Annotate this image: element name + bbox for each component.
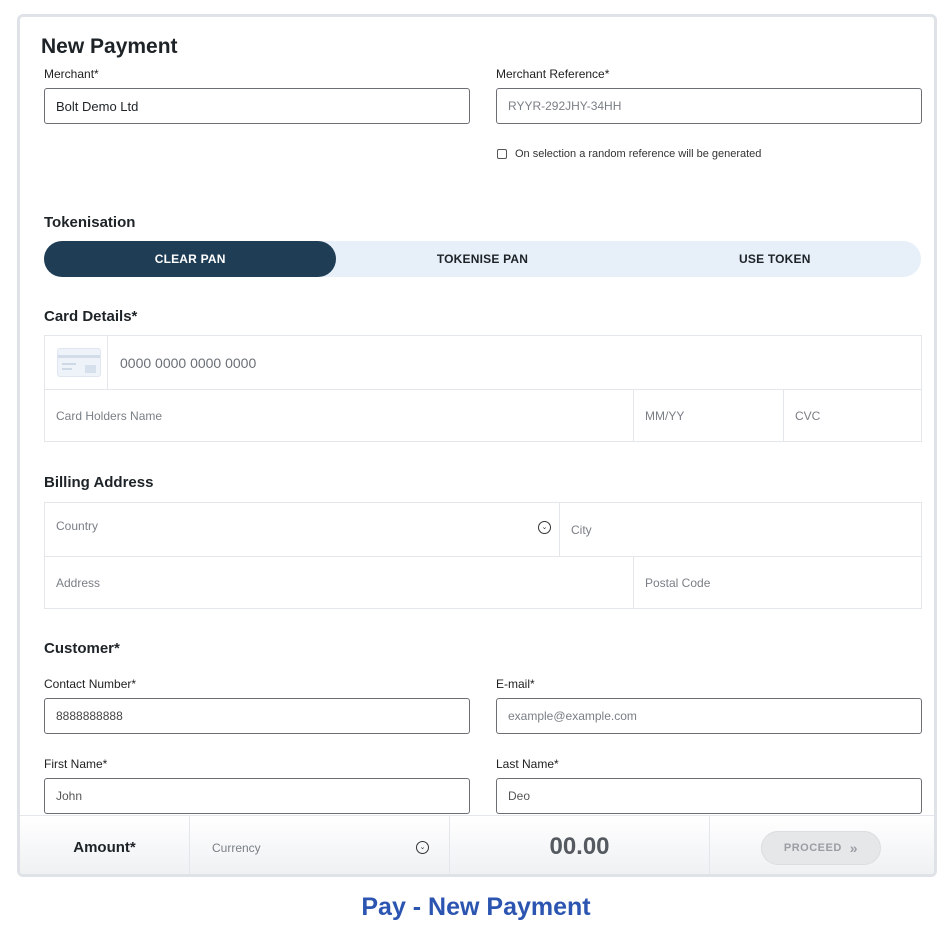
- amount-footer: Amount* Currency ⌄ 00.00 PROCEED »: [20, 815, 934, 874]
- expiry-input[interactable]: MM/YY: [634, 389, 782, 442]
- country-select[interactable]: Country: [45, 503, 525, 549]
- tokenisation-segmented-control: CLEAR PAN TOKENISE PAN USE TOKEN: [44, 241, 921, 277]
- last-name-input[interactable]: Deo: [496, 778, 922, 814]
- contact-number-input[interactable]: 8888888888: [44, 698, 470, 734]
- cvc-input[interactable]: CVC: [784, 389, 920, 442]
- last-name-value: Deo: [508, 789, 531, 803]
- merchant-label: Merchant*: [44, 67, 99, 81]
- card-number-input[interactable]: 0000 0000 0000 0000: [109, 336, 609, 389]
- page-title: New Payment: [41, 35, 178, 58]
- double-chevron-right-icon: »: [849, 840, 859, 856]
- email-label: E-mail*: [496, 677, 535, 691]
- random-reference-label: On selection a random reference will be …: [515, 148, 762, 160]
- random-reference-option[interactable]: On selection a random reference will be …: [497, 148, 761, 160]
- first-name-value: John: [56, 789, 83, 803]
- billing-address-title: Billing Address: [44, 474, 154, 491]
- first-name-input[interactable]: John: [44, 778, 470, 814]
- card-details-title: Card Details*: [44, 308, 138, 325]
- email-placeholder: example@example.com: [508, 709, 637, 723]
- currency-select[interactable]: Currency ⌄: [190, 816, 449, 874]
- tab-tokenise-pan[interactable]: TOKENISE PAN: [336, 241, 628, 277]
- random-reference-checkbox[interactable]: [497, 149, 507, 159]
- card-details-box: 0000 0000 0000 0000 Card Holders Name MM…: [44, 335, 922, 442]
- proceed-label: PROCEED: [783, 842, 842, 854]
- merchant-input[interactable]: Bolt Demo Ltd: [44, 88, 470, 124]
- merchant-reference-placeholder: RYYR-292JHY-34HH: [508, 99, 622, 113]
- last-name-label: Last Name*: [496, 757, 559, 771]
- proceed-button[interactable]: PROCEED »: [761, 831, 881, 865]
- divider: [709, 816, 710, 874]
- merchant-reference-label: Merchant Reference*: [496, 67, 610, 81]
- amount-value[interactable]: 00.00: [450, 816, 709, 874]
- address-input[interactable]: Address: [45, 556, 631, 609]
- card-holder-input[interactable]: Card Holders Name: [45, 389, 631, 442]
- chevron-down-icon[interactable]: ⌄: [416, 841, 429, 854]
- customer-title: Customer*: [44, 640, 120, 657]
- contact-number-label: Contact Number*: [44, 677, 137, 691]
- email-input[interactable]: example@example.com: [496, 698, 922, 734]
- amount-label: Amount*: [73, 838, 136, 856]
- merchant-reference-input[interactable]: RYYR-292JHY-34HH: [496, 88, 922, 124]
- merchant-value: Bolt Demo Ltd: [56, 98, 139, 114]
- tab-clear-pan[interactable]: CLEAR PAN: [44, 241, 337, 277]
- currency-placeholder: Currency: [212, 841, 261, 855]
- billing-address-box: Country ⌄ City Address Postal Code: [44, 502, 922, 609]
- page-caption: Pay - New Payment: [361, 893, 591, 921]
- chevron-down-icon[interactable]: ⌄: [538, 521, 551, 534]
- payment-form-frame: New Payment Merchant* Bolt Demo Ltd Merc…: [17, 14, 937, 877]
- divider: [107, 336, 108, 389]
- credit-card-icon: [57, 348, 101, 377]
- postal-code-input[interactable]: Postal Code: [634, 556, 920, 609]
- tab-use-token[interactable]: USE TOKEN: [629, 241, 921, 277]
- tokenisation-title: Tokenisation: [44, 214, 136, 231]
- city-input[interactable]: City: [560, 503, 920, 556]
- contact-number-value: 8888888888: [56, 709, 123, 723]
- first-name-label: First Name*: [44, 757, 108, 771]
